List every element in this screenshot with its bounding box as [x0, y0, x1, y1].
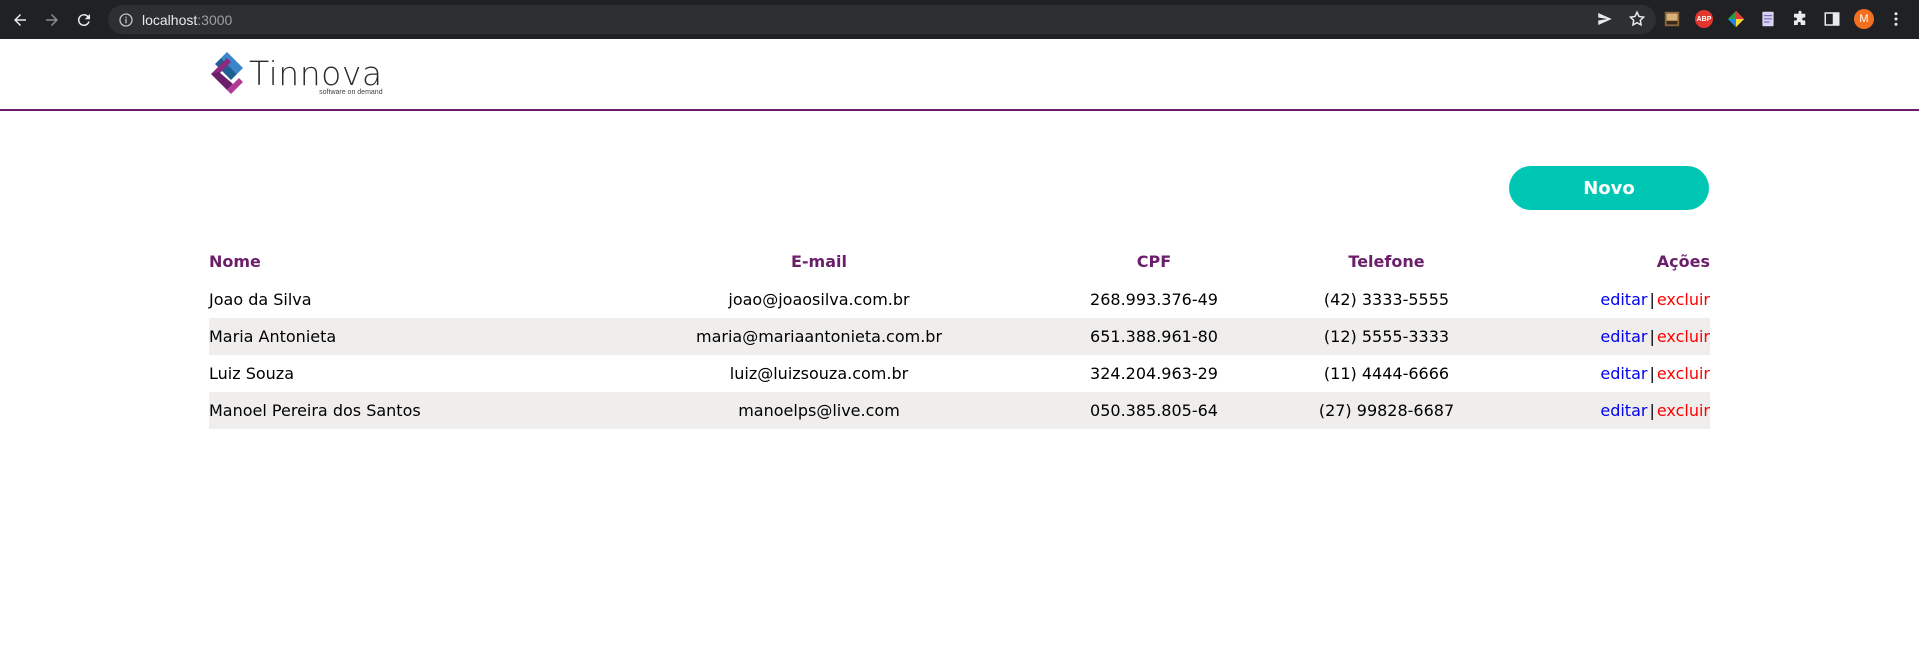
cell-acoes: editar | excluir [1554, 318, 1710, 355]
column-header-acoes: Ações [1656, 252, 1710, 271]
column-header-cpf: CPF [1136, 252, 1172, 271]
site-header: Tinnova software on demand [0, 39, 1919, 111]
action-separator: | [1649, 327, 1655, 346]
cell-cpf: 050.385.805-64 [1089, 392, 1219, 429]
cell-telefone: (42) 3333-5555 [1323, 290, 1450, 309]
cell-cpf: 324.204.963-29 [1090, 364, 1218, 383]
cell-nome: Manoel Pereira dos Santos [209, 392, 549, 429]
side-panel-icon[interactable] [1821, 8, 1843, 30]
cell-nome: Maria Antonieta [209, 318, 549, 355]
address-bar[interactable]: localhost:3000 [108, 5, 1656, 34]
browser-toolbar: localhost:3000 ABP M [0, 0, 1919, 39]
color-picker-icon[interactable] [1725, 8, 1747, 30]
delete-link[interactable]: excluir [1657, 327, 1710, 346]
logo-tagline: software on demand [319, 89, 383, 96]
more-menu-icon[interactable] [1885, 8, 1907, 30]
table-header-row: Nome E-mail CPF Telefone Ações [209, 242, 1710, 281]
cell-email: manoelps@live.com [549, 392, 1089, 429]
avatar-letter: M [1854, 9, 1874, 29]
cell-email: luiz@luizsouza.com.br [729, 364, 909, 383]
cell-nome: Luiz Souza [209, 364, 294, 383]
extension-image-icon[interactable] [1661, 8, 1683, 30]
cell-telefone: (12) 5555-3333 [1219, 318, 1554, 355]
tinnova-logo[interactable]: Tinnova software on demand [209, 50, 383, 98]
puzzle-extensions-icon[interactable] [1789, 8, 1811, 30]
forward-icon[interactable] [36, 4, 68, 36]
edit-link[interactable]: editar [1600, 364, 1647, 383]
cell-email: joao@joaosilva.com.br [728, 290, 910, 309]
url-port: :3000 [197, 11, 233, 28]
abp-badge: ABP [1695, 10, 1713, 28]
document-extension-icon[interactable] [1757, 8, 1779, 30]
site-info-icon[interactable] [118, 12, 134, 28]
logo-wordmark: Tinnova [249, 54, 383, 93]
new-user-button[interactable]: Novo [1509, 166, 1709, 210]
action-separator: | [1649, 364, 1655, 383]
delete-link[interactable]: excluir [1657, 290, 1710, 309]
edit-link[interactable]: editar [1600, 327, 1647, 346]
url-text: localhost:3000 [142, 12, 232, 28]
profile-avatar[interactable]: M [1853, 8, 1875, 30]
cell-cpf: 651.388.961-80 [1089, 318, 1219, 355]
column-header-telefone: Telefone [1348, 252, 1425, 271]
cell-email: maria@mariaantonieta.com.br [549, 318, 1089, 355]
delete-link[interactable]: excluir [1657, 401, 1710, 420]
action-separator: | [1649, 401, 1655, 420]
send-icon[interactable] [1596, 10, 1614, 32]
table-row: Luiz Souza luiz@luizsouza.com.br 324.204… [209, 355, 1710, 392]
cell-telefone: (11) 4444-6666 [1323, 364, 1450, 383]
table-row: Maria Antonieta maria@mariaantonieta.com… [209, 318, 1710, 355]
reload-icon[interactable] [68, 4, 100, 36]
action-separator: | [1649, 290, 1655, 309]
tinnova-logo-icon [211, 52, 243, 94]
users-table: Nome E-mail CPF Telefone Ações Joao da S… [209, 242, 1710, 429]
bookmark-star-icon[interactable] [1628, 10, 1646, 32]
edit-link[interactable]: editar [1600, 401, 1647, 420]
adblock-plus-icon[interactable]: ABP [1693, 8, 1715, 30]
edit-link[interactable]: editar [1600, 290, 1647, 309]
column-header-nome: Nome [209, 252, 261, 271]
cell-telefone: (27) 99828-6687 [1219, 392, 1554, 429]
column-header-email: E-mail [790, 252, 847, 271]
delete-link[interactable]: excluir [1657, 364, 1710, 383]
cell-acoes: editar | excluir [1554, 281, 1710, 318]
cell-nome: Joao da Silva [209, 290, 312, 309]
cell-cpf: 268.993.376-49 [1090, 290, 1218, 309]
cell-acoes: editar | excluir [1554, 355, 1710, 392]
cell-acoes: editar | excluir [1554, 392, 1710, 429]
table-row: Joao da Silva joao@joaosilva.com.br 268.… [209, 281, 1710, 318]
url-host: localhost [142, 11, 198, 28]
back-icon[interactable] [4, 4, 36, 36]
table-row: Manoel Pereira dos Santos manoelps@live.… [209, 392, 1710, 429]
